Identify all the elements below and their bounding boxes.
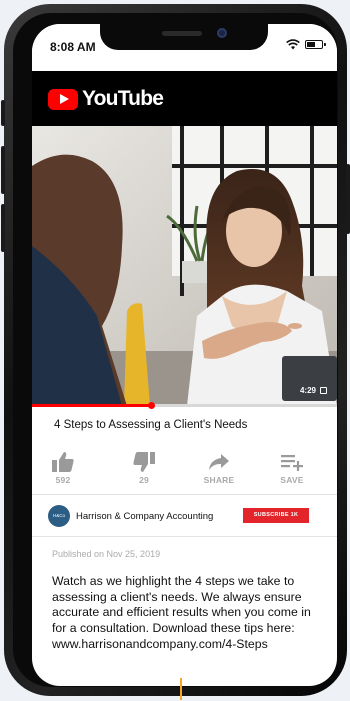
channel-avatar[interactable]: H&Co [48, 505, 70, 527]
status-time: 8:08 AM [50, 40, 96, 54]
play-logo-icon [48, 88, 78, 110]
mute-switch [1, 100, 5, 126]
subscribe-button[interactable]: SUBSCRIBE 1K [243, 508, 309, 523]
youtube-logo[interactable]: YouTube [48, 87, 164, 111]
video-player[interactable]: 4:29 [32, 126, 337, 406]
battery-level [307, 42, 316, 47]
phone-frame: 8:08 AM YouTube 4:29 4 Steps to Assessin… [1, 4, 350, 696]
text-cursor-marker [180, 678, 182, 700]
volume-up-button [1, 146, 5, 194]
battery-icon [305, 40, 326, 49]
video-actions: 592 29 SHARE SAVE [32, 452, 337, 492]
power-button [346, 164, 350, 234]
fullscreen-icon[interactable] [320, 387, 327, 394]
video-duration: 4:29 [300, 386, 327, 395]
channel-row: H&Co Harrison & Company Accounting SUBSC… [32, 496, 337, 536]
playlist-add-icon [281, 455, 303, 471]
notch [100, 24, 268, 50]
dislike-count: 29 [139, 475, 149, 485]
video-progress-bar[interactable] [32, 402, 337, 409]
save-label: SAVE [280, 475, 304, 485]
status-icons [286, 39, 326, 50]
share-label: SHARE [203, 475, 235, 485]
thumbs-down-icon [133, 452, 155, 472]
share-arrow-icon [209, 454, 229, 470]
share-button[interactable]: SHARE [189, 452, 249, 485]
like-button[interactable]: 592 [33, 452, 93, 485]
speaker-grille [162, 31, 202, 36]
channel-name[interactable]: Harrison & Company Accounting [76, 511, 213, 522]
dislike-button[interactable]: 29 [114, 452, 174, 485]
thumbs-up-icon [52, 452, 74, 472]
status-bar: 8:08 AM [32, 24, 337, 71]
publish-date: Published on Nov 25, 2019 [52, 549, 161, 559]
phone-screen: 8:08 AM YouTube 4:29 4 Steps to Assessin… [32, 24, 337, 686]
video-title: 4 Steps to Assessing a Client's Needs [54, 419, 248, 431]
divider [32, 536, 337, 537]
wifi-icon [286, 39, 300, 50]
scrubber-handle[interactable] [147, 402, 155, 409]
progress-fill [32, 404, 151, 407]
like-count: 592 [55, 475, 71, 485]
video-description: Watch as we highlight the 4 steps we tak… [52, 574, 311, 651]
volume-down-button [1, 204, 5, 252]
divider [32, 494, 337, 495]
duration-text: 4:29 [299, 386, 316, 395]
save-button[interactable]: SAVE [262, 452, 322, 485]
video-thumbnail [32, 126, 337, 406]
logo-text: YouTube [82, 87, 164, 110]
app-header: YouTube [32, 71, 337, 126]
front-camera [217, 28, 227, 38]
